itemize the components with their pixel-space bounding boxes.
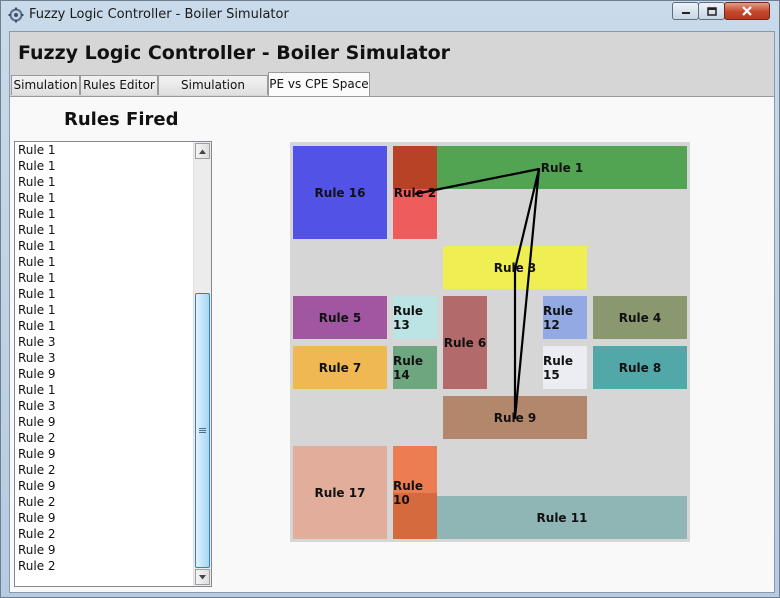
list-item[interactable]: Rule 3: [15, 334, 195, 350]
window-title: Fuzzy Logic Controller - Boiler Simulato…: [29, 7, 289, 22]
rule-label: Rule 6: [443, 335, 487, 350]
list-item[interactable]: Rule 1: [15, 222, 195, 238]
list-item[interactable]: Rule 9: [15, 542, 195, 558]
rules-fired-items: Rule 1 Rule 1 Rule 1 Rule 1 Rule 1 Rule 1 Rule…: [15, 142, 195, 574]
tab-simulation-history[interactable]: Simulation History: [158, 75, 268, 111]
rule-region-6: Rule 6: [443, 296, 487, 389]
list-item[interactable]: Rule 2: [15, 526, 195, 542]
scroll-down-button[interactable]: [195, 569, 210, 585]
list-item[interactable]: Rule 3: [15, 350, 195, 366]
scroll-up-button[interactable]: [195, 143, 210, 159]
rule-label: Rule 17: [314, 485, 366, 500]
minimize-icon: [681, 12, 690, 14]
rule-region-17: Rule 17: [293, 446, 387, 539]
rule-label: Rule 2: [393, 185, 437, 200]
minimize-button[interactable]: [672, 2, 699, 20]
rules-fired-list[interactable]: Rule 1 Rule 1 Rule 1 Rule 1 Rule 1 Rule 1 Rule…: [14, 141, 212, 587]
rule-label: Rule 12: [543, 303, 574, 332]
list-item[interactable]: Rule 1: [15, 190, 195, 206]
list-item[interactable]: Rule 9: [15, 510, 195, 526]
list-item[interactable]: Rule 1: [15, 158, 195, 174]
tab-pe-vs-cpe-space[interactable]: PE vs CPE Space: [268, 72, 370, 96]
app-window: Fuzzy Logic Controller - Boiler Simulato…: [0, 0, 780, 598]
list-item[interactable]: Rule 1: [15, 206, 195, 222]
pe-cpe-space-map: Rule 16 Rule 2 Rule 1 Rule 3 Rule 5 Rule…: [290, 142, 690, 542]
rule-region-16: Rule 16: [293, 146, 387, 239]
list-item[interactable]: Rule 1: [15, 382, 195, 398]
rule-label: Rule 10: [393, 478, 424, 507]
rule-region-14: Rule 14: [393, 346, 437, 389]
rules-fired-title: Rules Fired: [64, 109, 179, 130]
close-button[interactable]: [724, 2, 770, 20]
maximize-button[interactable]: [698, 2, 725, 20]
list-item[interactable]: Rule 1: [15, 238, 195, 254]
title-bar[interactable]: Fuzzy Logic Controller - Boiler Simulato…: [1, 1, 779, 29]
app-title: Fuzzy Logic Controller - Boiler Simulato…: [18, 42, 451, 64]
arrow-up-icon: [199, 149, 206, 154]
rule-region-11: Rule 11: [437, 496, 687, 539]
rule-label: Rule 5: [318, 310, 362, 325]
list-item[interactable]: Rule 2: [15, 494, 195, 510]
arrow-down-icon: [199, 574, 206, 579]
rule-label: Rule 7: [318, 360, 362, 375]
close-icon: [742, 6, 752, 16]
list-item[interactable]: Rule 9: [15, 366, 195, 382]
rule-label: Rule 9: [493, 410, 537, 425]
list-item[interactable]: Rule 9: [15, 478, 195, 494]
list-item[interactable]: Rule 2: [15, 462, 195, 478]
list-item[interactable]: Rule 1: [15, 270, 195, 286]
rule-label: Rule 8: [618, 360, 662, 375]
rule-label: Rule 16: [314, 185, 366, 200]
rule-label: Rule 4: [618, 310, 662, 325]
rule-region-5: Rule 5: [293, 296, 387, 339]
rule-region-12: Rule 12: [543, 296, 587, 339]
rule-label: Rule 11: [536, 510, 588, 525]
tab-rules-editor[interactable]: Rules Editor: [80, 75, 158, 95]
rule-region-2: Rule 2: [393, 146, 437, 239]
vertical-scrollbar[interactable]: [193, 142, 211, 586]
list-item[interactable]: Rule 9: [15, 446, 195, 462]
rule-region-13: Rule 13: [393, 296, 437, 339]
scroll-thumb[interactable]: [195, 293, 210, 568]
list-item[interactable]: Rule 1: [15, 254, 195, 270]
rule-label: Rule 13: [393, 303, 424, 332]
maximize-icon: [706, 6, 717, 16]
tab-strip: Simulation Rules Editor Simulation Histo…: [10, 72, 774, 111]
list-item[interactable]: Rule 2: [15, 558, 195, 574]
tab-simulation[interactable]: Simulation: [11, 75, 80, 95]
rule-label: Rule 3: [493, 260, 537, 275]
list-item[interactable]: Rule 2: [15, 430, 195, 446]
list-item[interactable]: Rule 1: [15, 318, 195, 334]
grip-icon: [199, 428, 206, 433]
list-item[interactable]: Rule 9: [15, 414, 195, 430]
list-item[interactable]: Rule 1: [15, 142, 195, 158]
rule-region-9: Rule 9: [443, 396, 587, 439]
list-item[interactable]: Rule 1: [15, 286, 195, 302]
rule-label: Rule 15: [543, 353, 574, 382]
rule-label: Rule 14: [393, 353, 424, 382]
rule-region-7: Rule 7: [293, 346, 387, 389]
rule-region-3: Rule 3: [443, 246, 587, 289]
rule-label: Rule 1: [540, 160, 584, 175]
rule-region-8: Rule 8: [593, 346, 687, 389]
client-area: Fuzzy Logic Controller - Boiler Simulato…: [9, 31, 775, 593]
rule-region-1: Rule 1: [437, 146, 687, 189]
list-item[interactable]: Rule 1: [15, 302, 195, 318]
rule-region-4: Rule 4: [593, 296, 687, 339]
rule-2-accent: [393, 146, 437, 189]
list-item[interactable]: Rule 1: [15, 174, 195, 190]
rule-region-15: Rule 15: [543, 346, 587, 389]
app-header: Fuzzy Logic Controller - Boiler Simulato…: [10, 32, 774, 74]
list-item[interactable]: Rule 3: [15, 398, 195, 414]
gear-icon[interactable]: [8, 7, 24, 23]
rule-region-10: Rule 10: [393, 446, 437, 539]
tab-content: Rules Fired Rule 1 Rule 1 Rule 1 Rule 1 Rule…: [10, 97, 774, 592]
